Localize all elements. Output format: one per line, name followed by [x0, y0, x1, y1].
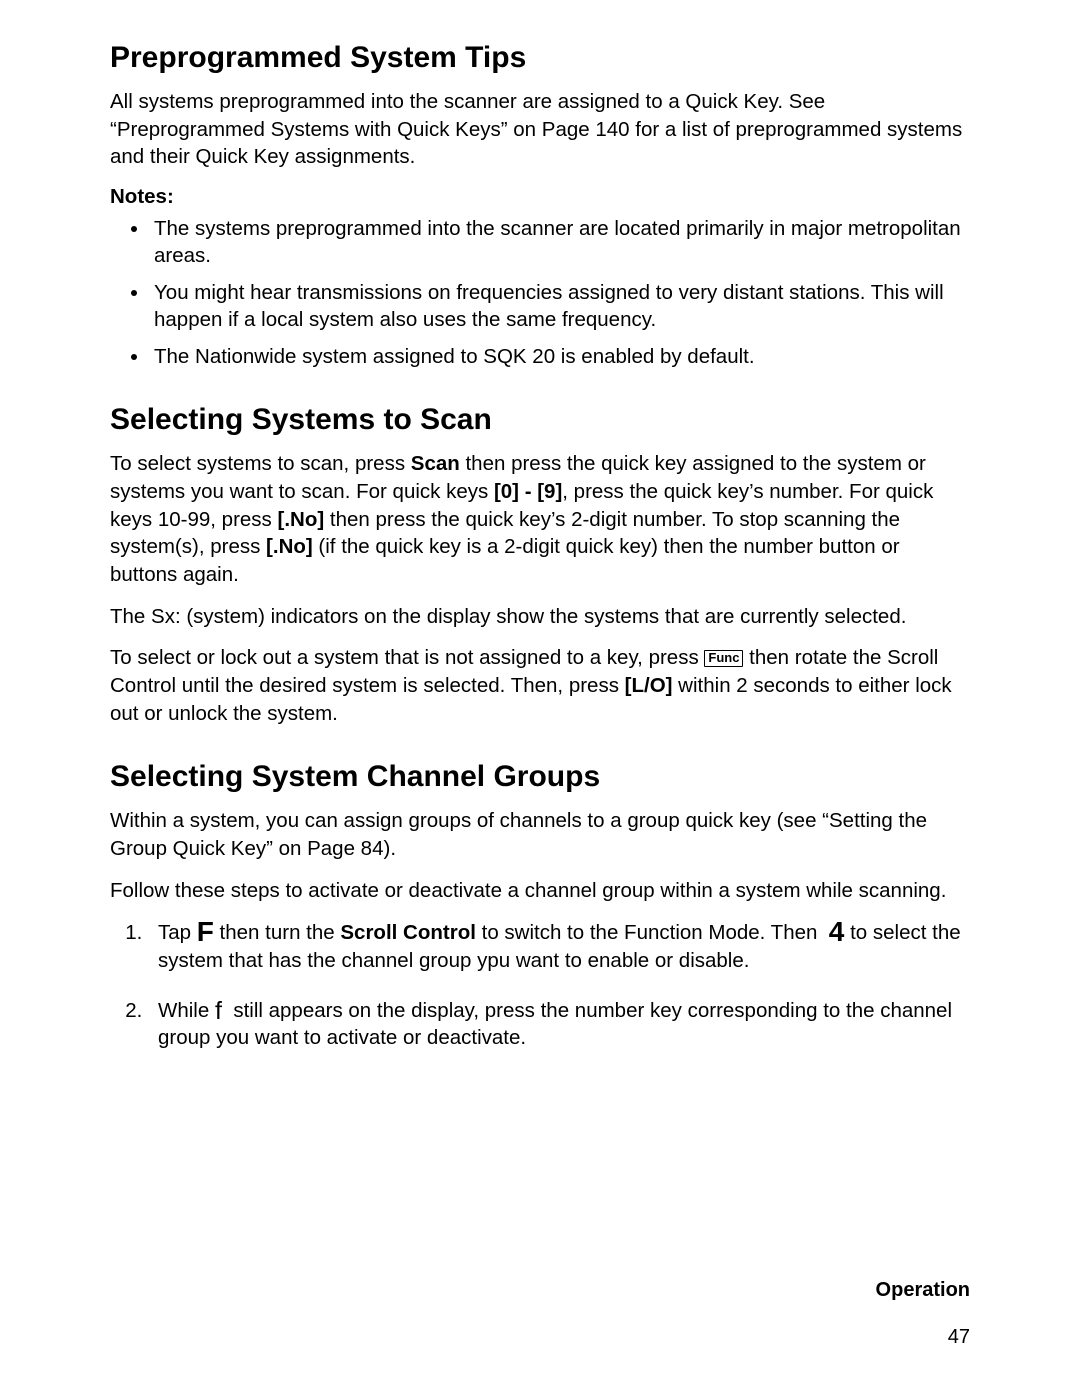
selecting-systems-p2: The Sx: (system) indicators on the displ…: [110, 603, 970, 631]
scroll-control-label: Scroll Control: [340, 921, 476, 944]
key-range: [0] - [9]: [494, 480, 562, 503]
scan-key: Scan: [411, 452, 460, 475]
page-number: 47: [948, 1326, 970, 1349]
no-key: [.No]: [278, 508, 325, 531]
text: While: [158, 999, 215, 1022]
selecting-systems-p1: To select systems to scan, press Scan th…: [110, 450, 970, 588]
heading-preprogrammed-tips: Preprogrammed System Tips: [110, 40, 970, 76]
f-key-glyph: F: [197, 918, 214, 946]
notes-label: Notes:: [110, 185, 970, 209]
note-item: The systems preprogrammed into the scann…: [150, 215, 970, 269]
text: To select systems to scan, press: [110, 452, 411, 475]
heading-selecting-channel-groups: Selecting System Channel Groups: [110, 759, 970, 795]
f-display-glyph: f: [215, 999, 222, 1024]
note-item: The Nationwide system assigned to SQK 20…: [150, 343, 970, 370]
channel-groups-p1: Within a system, you can assign groups o…: [110, 807, 970, 862]
func-key-icon: Func: [704, 650, 743, 667]
step-item: While f still appears on the display, pr…: [148, 997, 970, 1052]
step-item: Tap F then turn the Scroll Control to sw…: [148, 918, 970, 974]
text: To select or lock out a system that is n…: [110, 646, 704, 669]
scroll-arrow-glyph: 4: [829, 918, 845, 946]
heading-selecting-systems: Selecting Systems to Scan: [110, 402, 970, 438]
no-key: [.No]: [266, 535, 313, 558]
notes-list: The systems preprogrammed into the scann…: [110, 215, 970, 370]
lo-key: [L/O]: [625, 674, 673, 697]
selecting-systems-p3: To select or lock out a system that is n…: [110, 644, 970, 727]
note-item: You might hear transmissions on frequenc…: [150, 279, 970, 333]
text: then turn the: [214, 921, 341, 944]
page: Preprogrammed System Tips All systems pr…: [0, 0, 1080, 1397]
steps-list: Tap F then turn the Scroll Control to sw…: [110, 918, 970, 1052]
text: Tap: [158, 921, 197, 944]
intro-paragraph: All systems preprogrammed into the scann…: [110, 88, 970, 171]
text: still appears on the display, press the …: [158, 999, 952, 1050]
channel-groups-p2: Follow these steps to activate or deacti…: [110, 877, 970, 905]
text: to switch to the Function Mode. Then: [476, 921, 823, 944]
footer-section-label: Operation: [876, 1279, 970, 1302]
